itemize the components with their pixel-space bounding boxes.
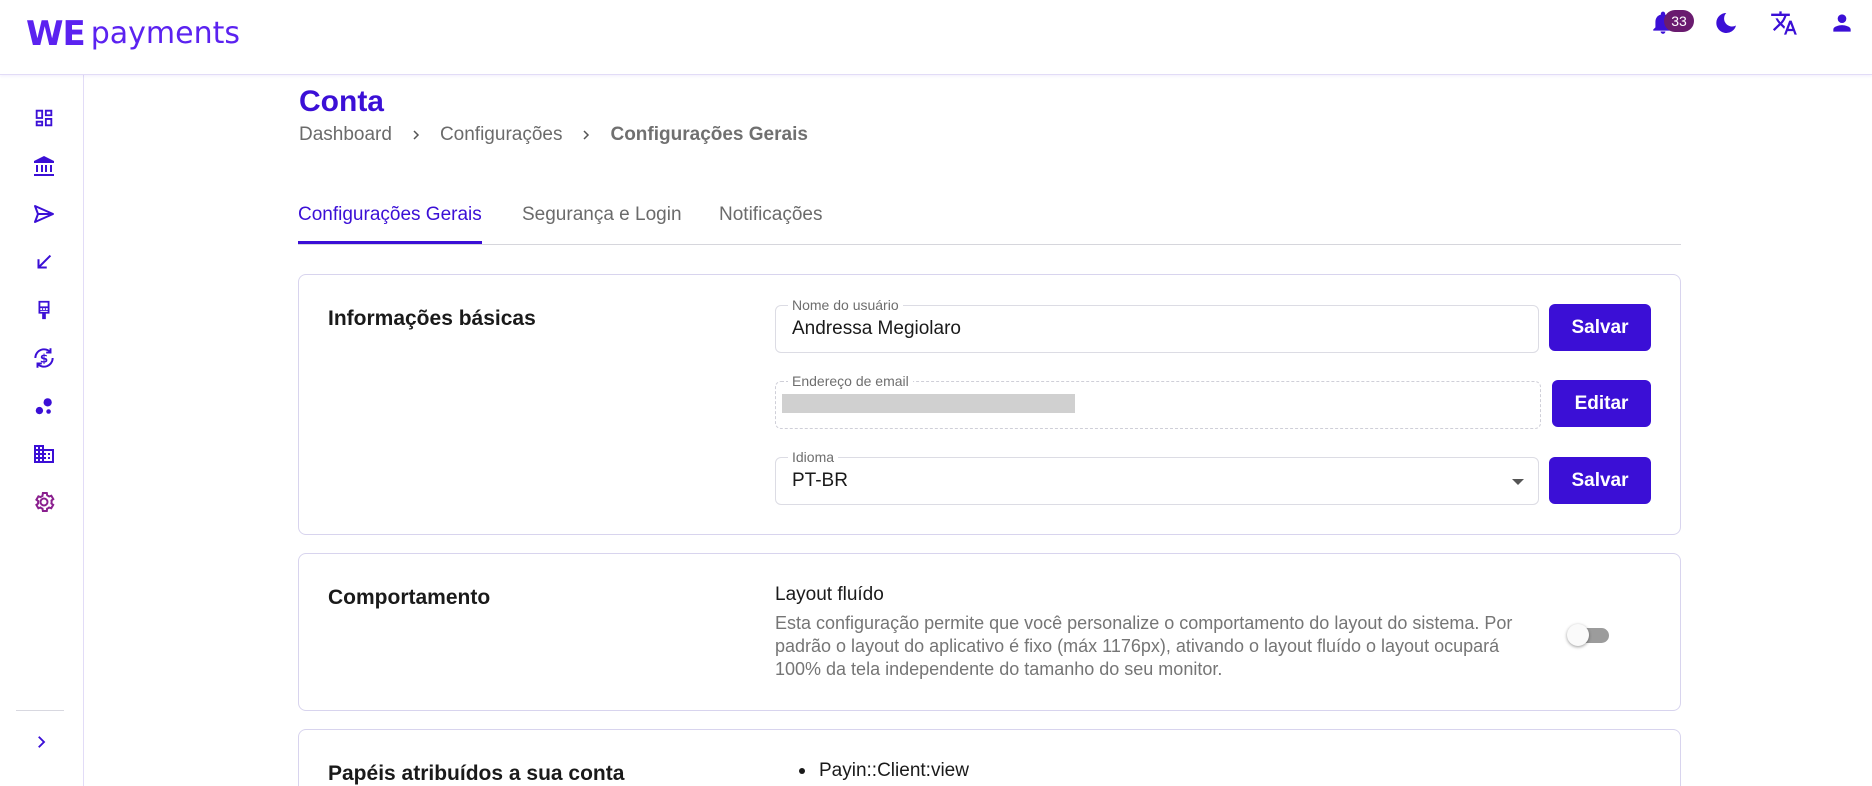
logo[interactable]: WE payments: [26, 10, 240, 54]
roles-list: Payin::Client:view: [775, 760, 969, 782]
pos-terminal-icon[interactable]: [28, 294, 60, 326]
fluid-layout-toggle[interactable]: [1567, 622, 1611, 648]
svg-text:$: $: [40, 351, 48, 365]
settings-tabs: Configurações Gerais Segurança e Login N…: [298, 200, 1681, 245]
logo-we: WE: [26, 14, 86, 54]
top-bar: WE payments: [0, 0, 1872, 75]
receive-arrow-icon[interactable]: [28, 246, 60, 278]
email-value-redacted: [782, 394, 1075, 413]
translate-icon[interactable]: [1769, 8, 1799, 38]
tab-notificacoes[interactable]: Notificações: [719, 200, 823, 244]
email-field: Endereço de email: [775, 373, 1541, 429]
role-item: Payin::Client:view: [775, 760, 969, 782]
tab-configuracoes-gerais[interactable]: Configurações Gerais: [298, 200, 482, 244]
language-label: Idioma: [788, 449, 839, 465]
username-label: Nome do usuário: [788, 297, 903, 313]
sidebar: $: [0, 75, 84, 786]
logo-text: payments: [90, 16, 241, 51]
roles-card: Papéis atribuídos a sua conta Payin::Cli…: [298, 729, 1681, 786]
notification-count-badge: 33: [1664, 10, 1694, 32]
dashboard-icon[interactable]: [28, 102, 60, 134]
currency-exchange-icon[interactable]: $: [28, 342, 60, 374]
language-select[interactable]: Idioma PT-BR: [775, 449, 1539, 505]
dark-mode-moon-icon[interactable]: [1711, 8, 1741, 38]
basic-info-title: Informações básicas: [328, 307, 536, 330]
breadcrumb: Dashboard Configurações Configurações Ge…: [299, 124, 808, 146]
behavior-card: Comportamento Layout fluído Esta configu…: [298, 553, 1681, 711]
save-language-button[interactable]: Salvar: [1549, 457, 1651, 504]
behavior-title: Comportamento: [328, 586, 491, 609]
fluid-layout-title: Layout fluído: [775, 584, 884, 605]
bubbles-icon[interactable]: [28, 390, 60, 422]
send-icon[interactable]: [28, 198, 60, 230]
sidebar-divider: [16, 710, 64, 711]
building-icon[interactable]: [28, 438, 60, 470]
settings-gear-icon[interactable]: [28, 486, 60, 518]
select-caret-down-icon: [1512, 479, 1524, 485]
username-field[interactable]: Nome do usuário Andressa Megiolaro: [775, 297, 1539, 353]
page-title: Conta: [299, 85, 384, 118]
breadcrumb-current: Configurações Gerais: [610, 124, 808, 145]
username-value: Andressa Megiolaro: [792, 318, 961, 339]
tab-seguranca-login[interactable]: Segurança e Login: [522, 200, 682, 244]
user-account-icon[interactable]: [1827, 8, 1857, 38]
breadcrumb-chevron-icon: [410, 129, 422, 141]
breadcrumb-chevron-icon: [580, 129, 592, 141]
bank-icon[interactable]: [28, 150, 60, 182]
breadcrumb-configuracoes-link[interactable]: Configurações: [440, 124, 563, 146]
edit-email-button[interactable]: Editar: [1552, 380, 1651, 427]
breadcrumb-dashboard-link[interactable]: Dashboard: [299, 124, 392, 146]
sidebar-expand-chevron-right-icon[interactable]: [25, 726, 57, 758]
save-username-button[interactable]: Salvar: [1549, 304, 1651, 351]
language-value: PT-BR: [792, 470, 848, 491]
email-label: Endereço de email: [788, 373, 913, 389]
basic-info-card: Informações básicas Nome do usuário Andr…: [298, 274, 1681, 535]
roles-title: Papéis atribuídos a sua conta: [328, 762, 625, 785]
fluid-layout-description: Esta configuração permite que você perso…: [775, 613, 1513, 679]
toggle-knob: [1567, 624, 1589, 646]
